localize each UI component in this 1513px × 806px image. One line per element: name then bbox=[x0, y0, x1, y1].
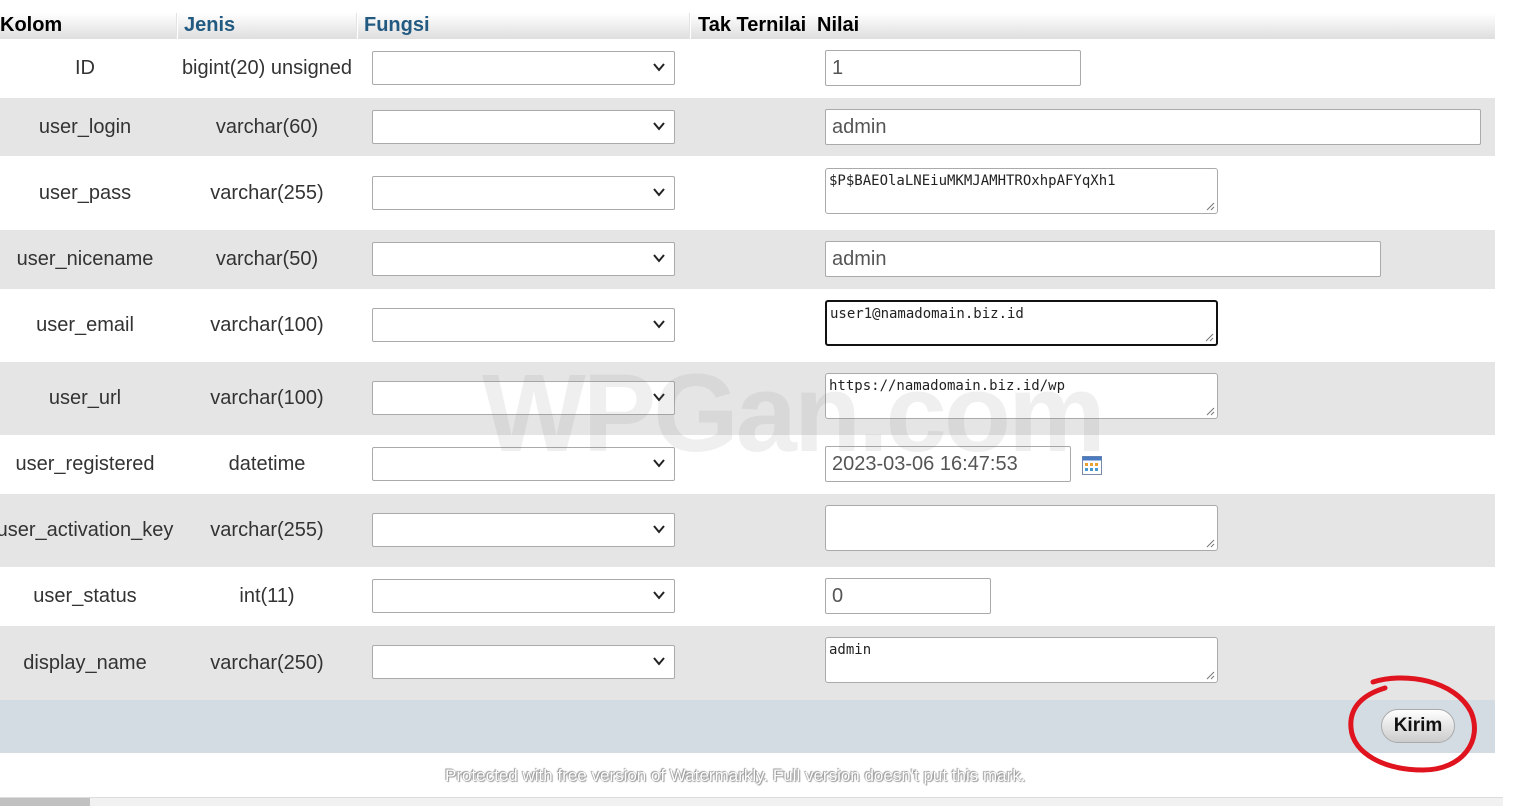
table-row: user_status int(11) 0 bbox=[0, 567, 1495, 626]
column-name: user_login bbox=[38, 115, 132, 138]
value-input[interactable]: 2023-03-06 16:47:53 bbox=[825, 446, 1071, 482]
column-type: varchar(50) bbox=[215, 248, 319, 270]
column-name: user_activation_key bbox=[0, 519, 174, 541]
chevron-down-icon bbox=[653, 63, 665, 72]
function-select[interactable] bbox=[372, 176, 675, 210]
resize-grip-icon[interactable] bbox=[1205, 538, 1215, 548]
value-input[interactable]: 1 bbox=[825, 50, 1081, 86]
value-textarea[interactable]: https://namadomain.biz.id/wp bbox=[825, 373, 1218, 419]
resize-grip-icon[interactable] bbox=[1204, 332, 1214, 342]
function-select[interactable] bbox=[372, 242, 675, 276]
column-name: user_registered bbox=[15, 453, 155, 475]
column-type: bigint(20) unsigned bbox=[181, 57, 353, 79]
chevron-down-icon bbox=[653, 393, 665, 402]
header-jenis-link[interactable]: Jenis bbox=[184, 14, 235, 37]
function-select[interactable] bbox=[372, 579, 675, 613]
value-input[interactable]: admin bbox=[825, 109, 1481, 145]
function-select[interactable] bbox=[372, 513, 675, 547]
chevron-down-icon bbox=[653, 254, 665, 263]
value-textarea[interactable]: admin bbox=[825, 637, 1218, 683]
column-name: user_email bbox=[36, 314, 134, 336]
function-select[interactable] bbox=[372, 447, 675, 481]
table-row: user_activation_key varchar(255) bbox=[0, 494, 1495, 567]
column-name: user_url bbox=[48, 387, 122, 409]
column-type: varchar(100) bbox=[210, 314, 324, 336]
header-fungsi-link[interactable]: Fungsi bbox=[364, 14, 430, 37]
column-type: datetime bbox=[228, 453, 306, 475]
value-input[interactable]: admin bbox=[825, 241, 1381, 277]
chevron-down-icon bbox=[653, 591, 665, 600]
header-nilai: Nilai bbox=[817, 14, 860, 36]
table-row: user_pass varchar(255) $P$BAEOlaLNEiuMKM… bbox=[0, 156, 1495, 230]
value-input[interactable]: 0 bbox=[825, 578, 991, 614]
chevron-down-icon bbox=[653, 122, 665, 131]
resize-grip-icon[interactable] bbox=[1205, 406, 1215, 416]
header-kolom: Kolom bbox=[0, 14, 63, 36]
value-textarea[interactable]: user1@namadomain.biz.id bbox=[825, 300, 1218, 346]
table-row: user_url varchar(100) https://namadomain… bbox=[0, 362, 1495, 435]
calendar-icon[interactable] bbox=[1082, 456, 1102, 475]
table-header: Kolom Jenis Fungsi Tak Ternilai Nilai bbox=[0, 13, 1495, 39]
column-name: display_name bbox=[23, 651, 147, 674]
chevron-down-icon bbox=[653, 657, 665, 666]
header-tak-ternilai: Tak Ternilai bbox=[698, 14, 807, 36]
function-select[interactable] bbox=[372, 308, 675, 342]
annotation-circle bbox=[1348, 675, 1477, 773]
form-footer bbox=[0, 700, 1495, 753]
column-type: varchar(100) bbox=[210, 387, 324, 409]
column-type: varchar(250) bbox=[210, 651, 324, 674]
table-row: user_registered datetime 2023-03-06 16:4… bbox=[0, 435, 1495, 494]
resize-grip-icon[interactable] bbox=[1205, 201, 1215, 211]
column-type: varchar(255) bbox=[210, 181, 324, 204]
column-name: user_pass bbox=[38, 181, 132, 204]
column-name: user_status bbox=[33, 585, 137, 607]
column-name: user_nicename bbox=[16, 248, 154, 270]
table-row: display_name varchar(250) admin bbox=[0, 626, 1495, 700]
value-textarea[interactable]: $P$BAEOlaLNEiuMKMJAMHTROxhpAFYqXh1 bbox=[825, 168, 1218, 214]
function-select[interactable] bbox=[372, 110, 675, 144]
table-row: ID bigint(20) unsigned 1 bbox=[0, 39, 1495, 98]
column-type: int(11) bbox=[239, 585, 295, 607]
table-row: user_nicename varchar(50) admin bbox=[0, 230, 1495, 289]
table-row: user_login varchar(60) admin bbox=[0, 98, 1495, 156]
function-select[interactable] bbox=[372, 645, 675, 679]
table-row: user_email varchar(100) user1@namadomain… bbox=[0, 289, 1495, 362]
function-select[interactable] bbox=[372, 381, 675, 415]
value-textarea[interactable] bbox=[825, 505, 1218, 551]
column-type: varchar(255) bbox=[210, 519, 324, 541]
chevron-down-icon bbox=[653, 188, 665, 197]
chevron-down-icon bbox=[653, 459, 665, 468]
column-type: varchar(60) bbox=[215, 115, 319, 138]
function-select[interactable] bbox=[372, 51, 675, 85]
chevron-down-icon bbox=[653, 320, 665, 329]
watermark-notice: Protected with free version of Watermark… bbox=[445, 766, 1026, 785]
chevron-down-icon bbox=[653, 525, 665, 534]
resize-grip-icon[interactable] bbox=[1205, 670, 1215, 680]
column-name: ID bbox=[75, 57, 95, 79]
